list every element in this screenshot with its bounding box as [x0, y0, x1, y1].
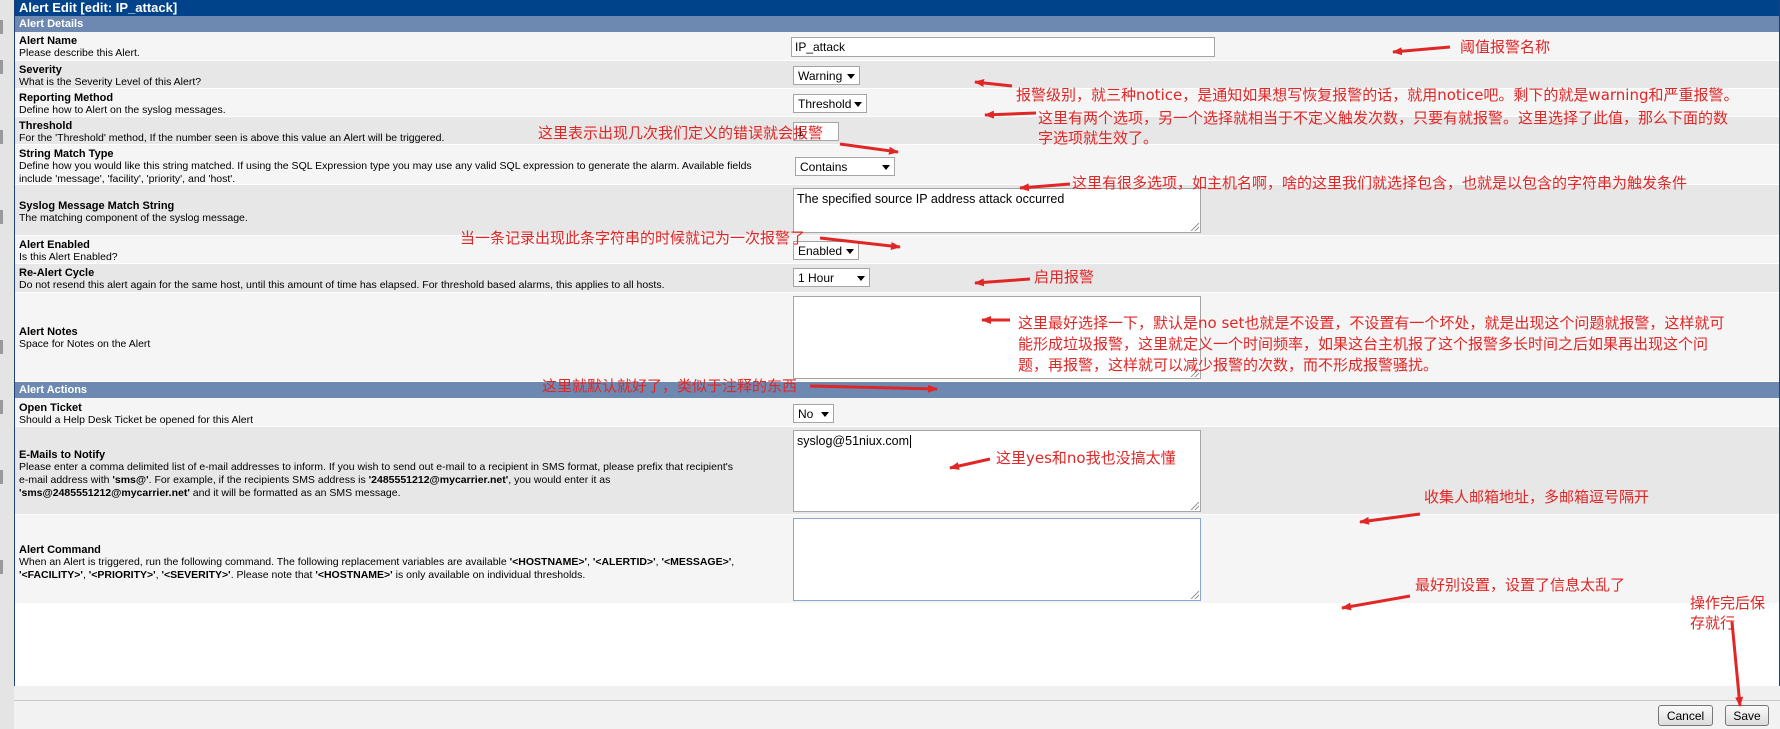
- arrow-10: [949, 457, 991, 470]
- annotation-threshold: 这里表示出现几次我们定义的错误就会报警: [538, 124, 824, 142]
- arrow-2: [974, 78, 1013, 88]
- annotation-realert-line2: 能形成垃圾报警，这里就定义一个时间频率，如果这台主机报了这个报警多长时间之后如果…: [1018, 335, 1709, 353]
- arrow-5: [1019, 182, 1071, 192]
- arrow-13: [1730, 621, 1744, 707]
- arrow-1: [1392, 45, 1451, 56]
- annotation-severity: 报警级别，就三种notice，是通知如果想写恢复报警的话，就用notice吧。剩…: [1016, 86, 1739, 104]
- annotation-match-type: 这里有很多选项，如主机名啊，啥的这里我们就选择包含，也就是以包含的字符串为触发条…: [1072, 174, 1688, 192]
- annotation-save-line1: 操作完后保: [1690, 594, 1766, 612]
- arrow-12: [1341, 594, 1411, 611]
- annotation-reporting-line2: 字选项就生效了。: [1038, 129, 1159, 147]
- arrow-3: [984, 110, 1037, 119]
- annotation-command: 最好别设置，设置了信息太乱了: [1415, 576, 1626, 594]
- annotation-ticket: 这里yes和no我也没搞太懂: [996, 449, 1176, 467]
- annotation-enabled: 启用报警: [1034, 268, 1095, 286]
- annotation-save-line2: 存就行: [1690, 614, 1736, 632]
- annotation-notes: 这里就默认就好了，类似于注释的东西: [542, 377, 798, 395]
- annotation-emails: 收集人邮箱地址，多邮箱逗号隔开: [1424, 488, 1650, 506]
- annotation-reporting-line1: 这里有两个选项，另一个选择就相当于不定义触发次数，只要有就报警。这里选择了此值，…: [1038, 109, 1729, 127]
- arrow-7: [974, 277, 1031, 287]
- annotation-match-string: 当一条记录出现此条字符串的时候就记为一次报警了: [460, 229, 806, 247]
- arrow-6: [819, 236, 901, 250]
- arrow-9: [809, 384, 938, 393]
- arrow-11: [1359, 512, 1421, 525]
- arrow-4: [839, 142, 899, 155]
- annotation-alert-name: 阈值报警名称: [1460, 38, 1551, 56]
- annotation-realert-line3: 题，再报警，这样就可以减少报警的次数，而不形成报警骚扰。: [1018, 356, 1439, 374]
- annotation-realert-line1: 这里最好选择一下，默认是no set也就是不设置，不设置有一个坏处，就是出现这个…: [1018, 314, 1725, 332]
